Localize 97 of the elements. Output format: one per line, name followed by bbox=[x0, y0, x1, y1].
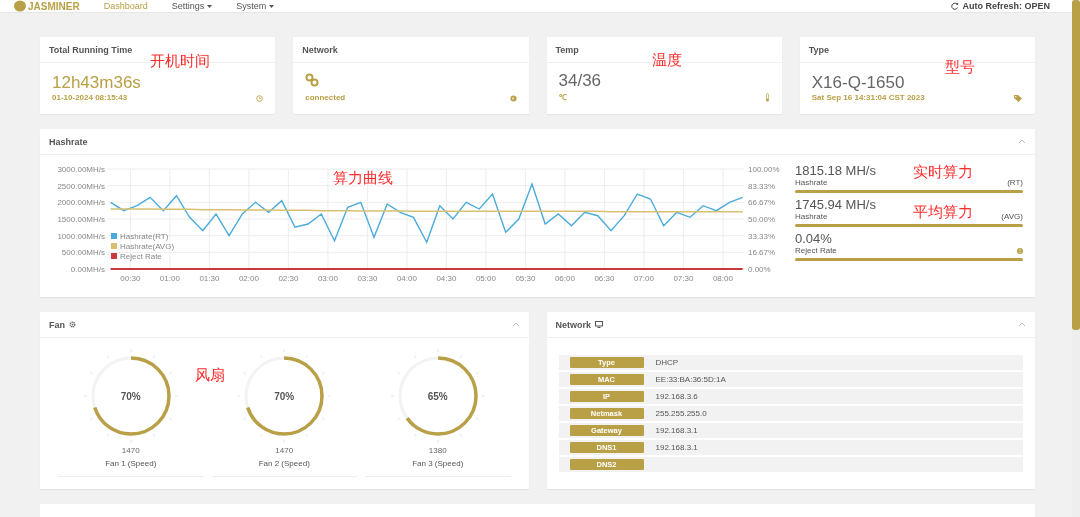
field-value: 192.168.3.1 bbox=[655, 426, 698, 435]
collapse-icon[interactable] bbox=[1018, 322, 1026, 327]
y-axis-label: 500.00MH/s bbox=[61, 248, 105, 258]
y-axis-label: 3000.00MH/s bbox=[57, 165, 105, 174]
tags-icon bbox=[1014, 95, 1023, 102]
x-axis-label: 02:00 bbox=[238, 274, 259, 283]
field-value: DHCP bbox=[655, 358, 679, 367]
panel-title: Fan bbox=[49, 319, 65, 330]
collapse-icon[interactable] bbox=[511, 322, 520, 327]
y-axis-label: 1000.00MH/s bbox=[57, 231, 105, 241]
scrollbar-thumb[interactable] bbox=[1072, 0, 1080, 330]
y-axis-label: 100.00% bbox=[748, 165, 780, 174]
annotation: 实时算力 bbox=[913, 163, 973, 182]
card-title: Network bbox=[302, 44, 338, 55]
panel-title: Hashrate bbox=[49, 136, 88, 147]
field-value: 192.168.3.1 bbox=[655, 443, 698, 452]
card-value: X16-Q-1650 bbox=[811, 73, 906, 93]
fan-label: Fan 2 (Speed) bbox=[258, 459, 310, 468]
field-value: 255.255.255.0 bbox=[655, 409, 707, 418]
annotation: 风扇 bbox=[195, 366, 225, 385]
fan-percent: 70% bbox=[120, 390, 141, 402]
fan-label: Fan 3 (Speed) bbox=[412, 459, 464, 468]
stat-value: 1745.94 MH/s bbox=[795, 197, 876, 212]
auto-refresh-status[interactable]: Auto Refresh: OPEN bbox=[962, 1, 1050, 11]
x-axis-label: 05:00 bbox=[475, 274, 496, 283]
field-value: 192.168.3.6 bbox=[655, 392, 698, 401]
annotation: 算力曲线 bbox=[333, 169, 393, 188]
y-axis-label: 2000.00MH/s bbox=[57, 198, 105, 208]
legend-label: Hashrate(RT) bbox=[120, 232, 169, 241]
x-axis-label: 03:00 bbox=[317, 274, 338, 283]
card-value: 34/36 bbox=[558, 71, 602, 91]
annotation: 温度 bbox=[651, 51, 682, 70]
y-axis-label: 1500.00MH/s bbox=[57, 215, 105, 224]
x-axis-label: 08:00 bbox=[712, 274, 733, 283]
monitor-icon bbox=[595, 321, 603, 328]
x-axis-label: 03:30 bbox=[357, 274, 378, 283]
logo: JASMINER bbox=[28, 0, 80, 12]
fan-rpm: 1470 bbox=[275, 446, 294, 455]
legend-label: Reject Rate bbox=[120, 252, 162, 261]
nav-link[interactable]: System bbox=[236, 1, 275, 11]
fan-percent: 70% bbox=[274, 390, 295, 402]
field-value: EE:33:BA:36:5D:1A bbox=[655, 375, 726, 384]
x-axis-label: 02:30 bbox=[278, 274, 299, 283]
card-value: 12h43m36s bbox=[52, 73, 141, 93]
stat-value: 1815.18 MH/s bbox=[795, 163, 876, 178]
logo-icon bbox=[14, 0, 26, 12]
stat-value: 0.04% bbox=[795, 231, 832, 246]
x-axis-label: 00:30 bbox=[120, 274, 141, 283]
legend-swatch bbox=[111, 253, 117, 259]
fan-rpm: 1380 bbox=[428, 446, 447, 455]
x-axis-label: 06:00 bbox=[554, 274, 575, 283]
y-axis-label: 50.00% bbox=[748, 215, 776, 224]
stat-label: Hashrate bbox=[795, 178, 828, 187]
y-axis-label: 0.00% bbox=[748, 265, 771, 274]
stat-tag: (RT) bbox=[1007, 178, 1023, 187]
panel-title: Network bbox=[555, 319, 591, 330]
legend-swatch bbox=[111, 233, 117, 239]
x-axis-label: 01:00 bbox=[159, 274, 180, 283]
card-subtext: Sat Sep 16 14:31:04 CST 2023 bbox=[811, 93, 925, 102]
fan-label: Fan 1 (Speed) bbox=[105, 459, 157, 468]
annotation: 型号 bbox=[944, 58, 975, 77]
stat-label: Reject Rate bbox=[795, 246, 837, 255]
stat-tag: (AVG) bbox=[1001, 212, 1023, 221]
globe-icon bbox=[509, 95, 517, 102]
x-axis-label: 04:30 bbox=[436, 274, 457, 283]
legend-swatch bbox=[111, 243, 117, 249]
x-axis-label: 05:30 bbox=[515, 274, 536, 283]
x-axis-label: 06:30 bbox=[594, 274, 615, 283]
x-axis-label: 07:00 bbox=[633, 274, 654, 283]
stat-label: Hashrate bbox=[795, 212, 828, 221]
refresh-icon[interactable] bbox=[951, 2, 960, 10]
nav-link[interactable]: Settings bbox=[171, 1, 213, 11]
card-subtext: connected bbox=[305, 93, 346, 102]
y-axis-label: 83.33% bbox=[748, 181, 776, 191]
x-axis-label: 04:00 bbox=[396, 274, 417, 283]
card-title: Type bbox=[808, 44, 830, 55]
x-axis-label: 01:30 bbox=[199, 274, 220, 283]
settings-icon[interactable] bbox=[69, 321, 76, 328]
legend-label: Hashrate(AVG) bbox=[120, 242, 175, 251]
annotation: 平均算力 bbox=[913, 203, 973, 222]
fan-percent: 65% bbox=[427, 390, 448, 402]
annotation: 开机时间 bbox=[150, 52, 210, 71]
y-axis-label: 66.67% bbox=[748, 198, 776, 208]
card-title: Total Running Time bbox=[49, 44, 133, 55]
card-subtext: ℃ bbox=[558, 92, 568, 102]
y-axis-label: 33.33% bbox=[748, 231, 776, 241]
y-axis-label: 16.67% bbox=[748, 248, 776, 258]
thermometer-icon bbox=[764, 93, 770, 102]
y-axis-label: 0.00MH/s bbox=[70, 265, 105, 274]
clock-icon bbox=[256, 95, 264, 102]
card-title: Temp bbox=[555, 44, 579, 55]
card-subtext: 01-10-2024 08:15:43 bbox=[52, 93, 129, 102]
collapse-icon[interactable] bbox=[1018, 139, 1026, 144]
fan-rpm: 1470 bbox=[121, 446, 140, 455]
x-axis-label: 07:30 bbox=[673, 274, 694, 283]
y-axis-label: 2500.00MH/s bbox=[57, 181, 105, 191]
link-icon bbox=[305, 73, 320, 87]
